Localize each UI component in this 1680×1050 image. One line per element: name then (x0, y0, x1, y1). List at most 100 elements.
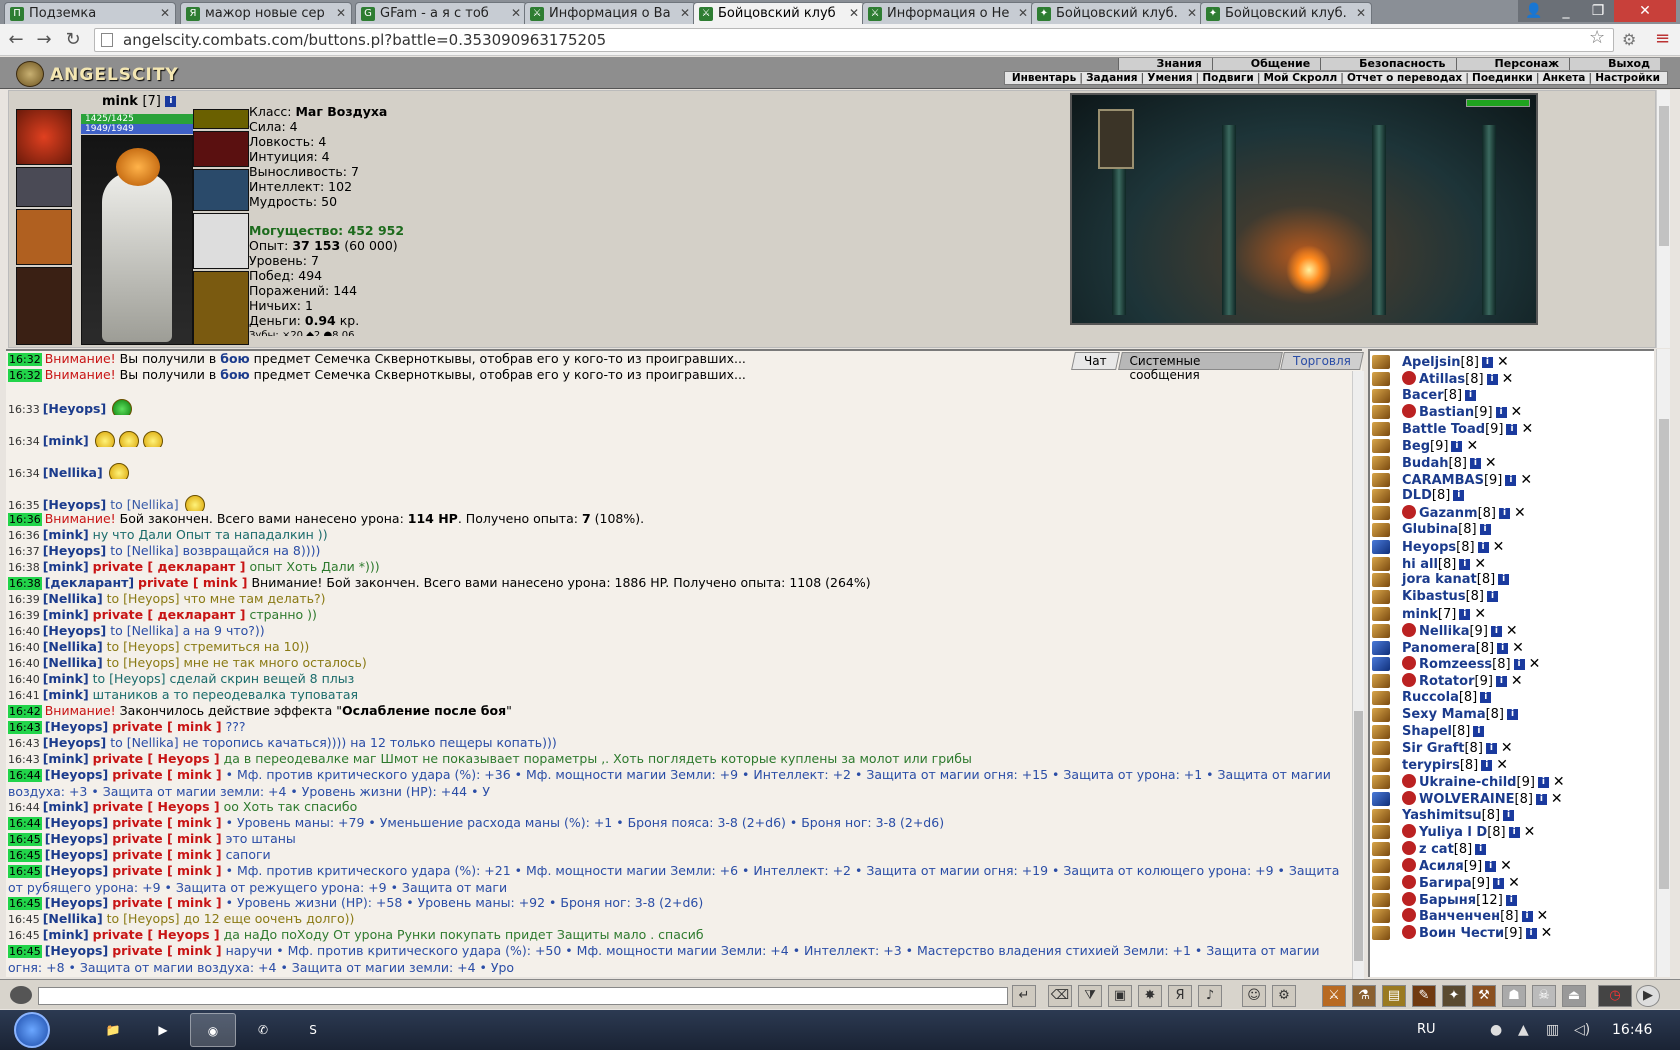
user-name[interactable]: mink (1402, 607, 1438, 622)
user-row[interactable]: Sexy Mama[8] i (1370, 706, 1650, 724)
user-row[interactable]: DLD[8] i (1370, 487, 1650, 505)
sound-icon[interactable]: ♪ (1198, 985, 1222, 1007)
user-name[interactable]: Battle Toad (1402, 422, 1485, 437)
chat-message[interactable]: 16:37 [Heyops] to [Nellika] возвращайся н… (8, 543, 1346, 559)
private-msg-icon[interactable] (1372, 422, 1390, 437)
extension-icon[interactable]: ⚙ (1622, 30, 1636, 49)
user-row[interactable]: Beg[9] i ✕ (1370, 437, 1650, 455)
info-icon[interactable]: i (1525, 928, 1537, 940)
user-name[interactable]: Budah (1402, 456, 1449, 471)
user-name[interactable]: Bastian (1419, 405, 1474, 420)
eraser-icon[interactable]: ⌫ (1048, 985, 1072, 1007)
chat-timestamp[interactable]: 16:45 (8, 897, 42, 910)
user-name[interactable]: DLD (1402, 488, 1432, 503)
chat-tab[interactable]: Системные сообщения (1117, 352, 1283, 382)
user-name[interactable]: Ванченчен (1419, 909, 1500, 924)
chat-message[interactable]: 16:45 [Heyops] private [ mink ] сапоги (8, 847, 1346, 863)
chrome-icon[interactable]: ◉ (190, 1013, 236, 1047)
info-icon[interactable]: i (1485, 743, 1497, 755)
start-button[interactable] (14, 1012, 50, 1048)
chat-timestamp[interactable]: 16:45 (8, 945, 42, 958)
clan-emblem-icon[interactable] (1402, 622, 1416, 637)
tab-close-icon[interactable]: ✕ (680, 6, 690, 20)
gloves-slot[interactable] (193, 169, 249, 211)
private-msg-icon[interactable] (1372, 758, 1390, 773)
sub-menu-item[interactable]: Настройки (1594, 72, 1661, 84)
user-row[interactable]: Rotator[9] i ✕ (1370, 672, 1650, 690)
user-row[interactable]: CARAMBAS[9] i ✕ (1370, 471, 1650, 489)
tray-expand-icon[interactable]: ▲ (1518, 1022, 1529, 1038)
chat-message[interactable] (8, 415, 1346, 431)
chat-message[interactable]: 16:36 [mink] ну что Дали Опыт та нападалк… (8, 527, 1346, 543)
user-name[interactable]: z cat (1419, 842, 1454, 857)
private-msg-icon[interactable] (1372, 724, 1390, 739)
private-msg-icon[interactable] (1372, 791, 1390, 806)
back-icon[interactable]: ← (5, 30, 27, 50)
user-row[interactable]: Bastian[9] i ✕ (1370, 403, 1650, 421)
close-window-button[interactable]: ✕ (1614, 0, 1676, 22)
chat-timestamp[interactable]: 16:44 (8, 801, 40, 814)
clan-emblem-icon[interactable] (1402, 824, 1416, 839)
user-row[interactable]: z cat[8] i (1370, 840, 1650, 858)
chat-message[interactable]: 16:43 [Heyops] to [Nellika] не торопись к… (8, 735, 1346, 751)
chat-timestamp[interactable]: 16:37 (8, 545, 40, 558)
rings-slot[interactable] (193, 131, 249, 167)
taskbar-clock[interactable]: 16:46 (1612, 1022, 1652, 1038)
maximize-button[interactable]: ❐ (1582, 0, 1614, 22)
private-msg-icon[interactable] (1372, 371, 1390, 386)
chat-message[interactable] (8, 479, 1346, 495)
private-msg-icon[interactable] (1372, 506, 1390, 521)
sub-menu-item[interactable]: Подвиги (1201, 72, 1254, 84)
user-name[interactable]: Kibastus (1402, 589, 1466, 604)
clan-emblem-icon[interactable] (1402, 908, 1416, 923)
info-icon[interactable]: i (1486, 373, 1498, 385)
armor-slot[interactable] (16, 267, 72, 345)
user-row[interactable]: Воин Чести[9] i ✕ (1370, 924, 1650, 942)
info-icon[interactable]: i (1508, 827, 1520, 839)
chat-timestamp[interactable]: 16:34 (8, 467, 40, 480)
tab-close-icon[interactable]: ✕ (1018, 6, 1028, 20)
send-icon[interactable]: ↵ (1012, 985, 1036, 1007)
user-row[interactable]: Atillas[8] i ✕ (1370, 370, 1650, 388)
tools-icon[interactable]: ⚒ (1472, 985, 1496, 1007)
user-name[interactable]: Heyops (1402, 540, 1456, 555)
info-icon[interactable]: i (1479, 524, 1491, 535)
user-name[interactable]: terypirs (1402, 758, 1460, 773)
user-name[interactable]: Sexy Mama (1402, 707, 1486, 722)
tab-close-icon[interactable]: ✕ (1187, 6, 1197, 20)
earring-slot[interactable] (193, 109, 249, 129)
sub-menu-item[interactable]: Инвентарь (1011, 72, 1077, 84)
info-icon[interactable]: i (1477, 541, 1489, 553)
clan-emblem-icon[interactable] (1402, 874, 1416, 889)
chat-timestamp[interactable]: 16:36 (8, 529, 40, 542)
chat-message[interactable]: 16:39 [Nellika] to [Heyops] что мне там д… (8, 591, 1346, 607)
info-icon[interactable]: i (1490, 625, 1502, 637)
info-icon[interactable]: i (1505, 474, 1517, 486)
private-msg-icon[interactable] (1372, 539, 1390, 554)
tab-close-icon[interactable]: ✕ (160, 6, 170, 20)
info-icon[interactable]: i (1497, 642, 1509, 654)
translit-icon[interactable]: Я (1168, 985, 1192, 1007)
chat-input[interactable] (38, 987, 1008, 1005)
info-icon[interactable]: i (1493, 877, 1505, 889)
user-row[interactable]: Bacer[8] i (1370, 387, 1650, 405)
chat-timestamp[interactable]: 16:40 (8, 657, 40, 670)
chat-message[interactable]: 16:43 [mink] private [ Heyops ] да в пере… (8, 751, 1346, 767)
chat-message[interactable]: 16:40 [Nellika] to [Heyops] мне не так мн… (8, 655, 1346, 671)
chat-message[interactable]: 16:43 [Heyops] private [ mink ] ??? (8, 719, 1346, 735)
info-icon[interactable]: i (1453, 490, 1465, 502)
smiley-icon[interactable]: ☺ (1242, 985, 1266, 1007)
chat-message[interactable]: 16:40 [mink] to [Heyops] сделай скрин вещ… (8, 671, 1346, 687)
user-row[interactable]: mink[7] i ✕ (1370, 605, 1650, 623)
chat-timestamp[interactable]: 16:45 (8, 833, 42, 846)
chat-message[interactable]: 16:40 [Nellika] to [Heyops] стремиться на… (8, 639, 1346, 655)
top-menu-item[interactable]: Безопасность (1320, 58, 1456, 70)
url-input[interactable]: angelscity.combats.com/buttons.pl?battle… (94, 28, 1614, 52)
chat-timestamp[interactable]: 16:45 (8, 929, 40, 942)
file-explorer-icon[interactable]: 📁 (90, 1013, 136, 1047)
chat-message[interactable] (8, 447, 1346, 463)
user-row[interactable]: Battle Toad[9] i ✕ (1370, 420, 1650, 438)
user-row[interactable]: Gazanm[8] i ✕ (1370, 504, 1650, 522)
play-icon[interactable]: ▶ (1636, 985, 1660, 1007)
media-player-icon[interactable]: ▶ (140, 1013, 186, 1047)
